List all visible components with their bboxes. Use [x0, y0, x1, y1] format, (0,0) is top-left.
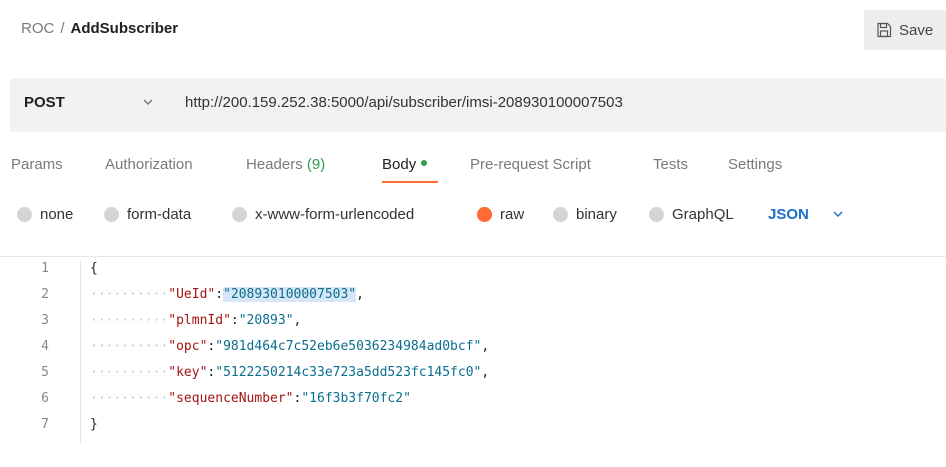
- line-number: 4: [41, 339, 49, 354]
- line-number: 5: [41, 365, 49, 380]
- radio-urlencoded-circle: [232, 207, 247, 222]
- code-line: 1 {: [0, 261, 946, 287]
- save-button-label: Save: [899, 21, 934, 39]
- code-line: 2 ··········"UeId":"208930100007503",: [0, 287, 946, 313]
- tab-headers[interactable]: Headers (9): [246, 156, 325, 173]
- tab-tests[interactable]: Tests: [653, 156, 688, 173]
- line-number: 7: [41, 417, 49, 432]
- gutter-guide: [80, 313, 81, 339]
- tab-authorization[interactable]: Authorization: [105, 156, 193, 173]
- json-comma: ,: [481, 365, 490, 380]
- request-name[interactable]: AddSubscriber: [71, 20, 179, 37]
- chevron-down-icon[interactable]: [832, 208, 844, 220]
- format-select[interactable]: JSON: [768, 206, 809, 223]
- indent-dots: ··········: [90, 365, 169, 380]
- radio-none[interactable]: none: [17, 206, 73, 223]
- request-bar: POST http://200.159.252.38:5000/api/subs…: [10, 78, 946, 132]
- save-button[interactable]: Save: [864, 10, 946, 50]
- breadcrumb-collection[interactable]: ROC: [21, 20, 54, 37]
- json-comma: ,: [293, 313, 302, 328]
- radio-graphql-circle: [649, 207, 664, 222]
- json-key: "sequenceNumber": [168, 391, 294, 406]
- chevron-down-icon[interactable]: [142, 96, 154, 108]
- breadcrumb: ROC / AddSubscriber: [21, 20, 178, 37]
- tab-settings[interactable]: Settings: [728, 156, 782, 173]
- radio-raw-label: raw: [500, 206, 525, 223]
- code-line: 6 ··········"sequenceNumber":"16f3b3f70f…: [0, 391, 946, 417]
- gutter-guide: [80, 365, 81, 391]
- code-text: ··········"opc":"981d464c7c52eb6e5036234…: [90, 339, 489, 354]
- line-number: 1: [41, 261, 49, 276]
- json-value-selected: "208930100007503": [223, 287, 357, 302]
- radio-binary[interactable]: binary: [553, 206, 617, 223]
- radio-raw[interactable]: raw: [477, 206, 524, 223]
- code-editor[interactable]: 1 { 2 ··········"UeId":"208930100007503"…: [0, 257, 946, 467]
- indent-dots: ··········: [90, 287, 169, 302]
- breadcrumb-separator: /: [60, 20, 65, 37]
- request-header: ROC / AddSubscriber Save: [0, 0, 946, 62]
- json-comma: ,: [356, 287, 364, 302]
- code-text: ··········"sequenceNumber":"16f3b3f70fc2…: [90, 391, 411, 406]
- gutter-guide: [80, 261, 81, 287]
- line-number: 6: [41, 391, 49, 406]
- json-value: "16f3b3f70fc2": [301, 391, 411, 406]
- radio-graphql-label: GraphQL: [672, 206, 734, 223]
- close-brace: }: [90, 417, 98, 432]
- gutter-guide: [80, 391, 81, 417]
- code-text: ··········"UeId":"208930100007503",: [90, 287, 364, 302]
- code-line: 7 }: [0, 417, 946, 443]
- json-key: "opc": [168, 339, 208, 354]
- request-tabs: Params Authorization Headers (9) Body Pr…: [0, 156, 946, 180]
- gutter-guide: [80, 417, 81, 443]
- json-key: "key": [168, 365, 208, 380]
- code-line: 5 ··········"key":"5122250214c33e723a5dd…: [0, 365, 946, 391]
- indent-dots: ··········: [90, 313, 169, 328]
- json-key: "plmnId": [168, 313, 231, 328]
- headers-count-badge: (9): [306, 156, 326, 173]
- gutter-guide: [80, 287, 81, 313]
- radio-form-data-circle: [104, 207, 119, 222]
- json-value: "981d464c7c52eb6e5036234984ad0bcf": [215, 339, 482, 354]
- radio-none-circle: [17, 207, 32, 222]
- radio-form-data[interactable]: form-data: [104, 206, 191, 223]
- tab-body[interactable]: Body: [382, 156, 428, 173]
- radio-graphql[interactable]: GraphQL: [649, 206, 734, 223]
- gutter-guide: [80, 339, 81, 365]
- active-tab-indicator: [382, 181, 438, 183]
- radio-urlencoded[interactable]: x-www-form-urlencoded: [232, 206, 414, 223]
- code-text: ··········"key":"5122250214c33e723a5dd52…: [90, 365, 489, 380]
- line-number: 2: [41, 287, 49, 302]
- line-number: 3: [41, 313, 49, 328]
- method-select[interactable]: POST: [24, 94, 65, 111]
- code-line: 4 ··········"opc":"981d464c7c52eb6e50362…: [0, 339, 946, 365]
- json-colon: :: [215, 287, 224, 302]
- json-comma: ,: [481, 339, 490, 354]
- json-value: "5122250214c33e723a5dd523fc145fc0": [215, 365, 482, 380]
- radio-raw-circle: [477, 207, 492, 222]
- body-type-options: none form-data x-www-form-urlencoded raw…: [0, 206, 946, 230]
- tab-params[interactable]: Params: [11, 156, 63, 173]
- radio-none-label: none: [40, 206, 74, 223]
- tab-headers-label: Headers: [246, 156, 303, 173]
- body-modified-dot: [421, 160, 428, 167]
- radio-binary-circle: [553, 207, 568, 222]
- tab-prerequest-script[interactable]: Pre-request Script: [470, 156, 591, 173]
- indent-dots: ··········: [90, 339, 169, 354]
- json-key: "UeId": [168, 287, 216, 302]
- open-brace: {: [90, 261, 98, 276]
- radio-binary-label: binary: [576, 206, 617, 223]
- json-colon: :: [230, 313, 239, 328]
- code-line: 3 ··········"plmnId":"20893",: [0, 313, 946, 339]
- code-text: ··········"plmnId":"20893",: [90, 313, 301, 328]
- radio-form-data-label: form-data: [127, 206, 192, 223]
- radio-urlencoded-label: x-www-form-urlencoded: [255, 206, 415, 223]
- tab-body-label: Body: [382, 156, 417, 173]
- url-input[interactable]: http://200.159.252.38:5000/api/subscribe…: [185, 94, 623, 111]
- json-value: "20893": [238, 313, 294, 328]
- save-icon: [877, 22, 892, 38]
- indent-dots: ··········: [90, 391, 169, 406]
